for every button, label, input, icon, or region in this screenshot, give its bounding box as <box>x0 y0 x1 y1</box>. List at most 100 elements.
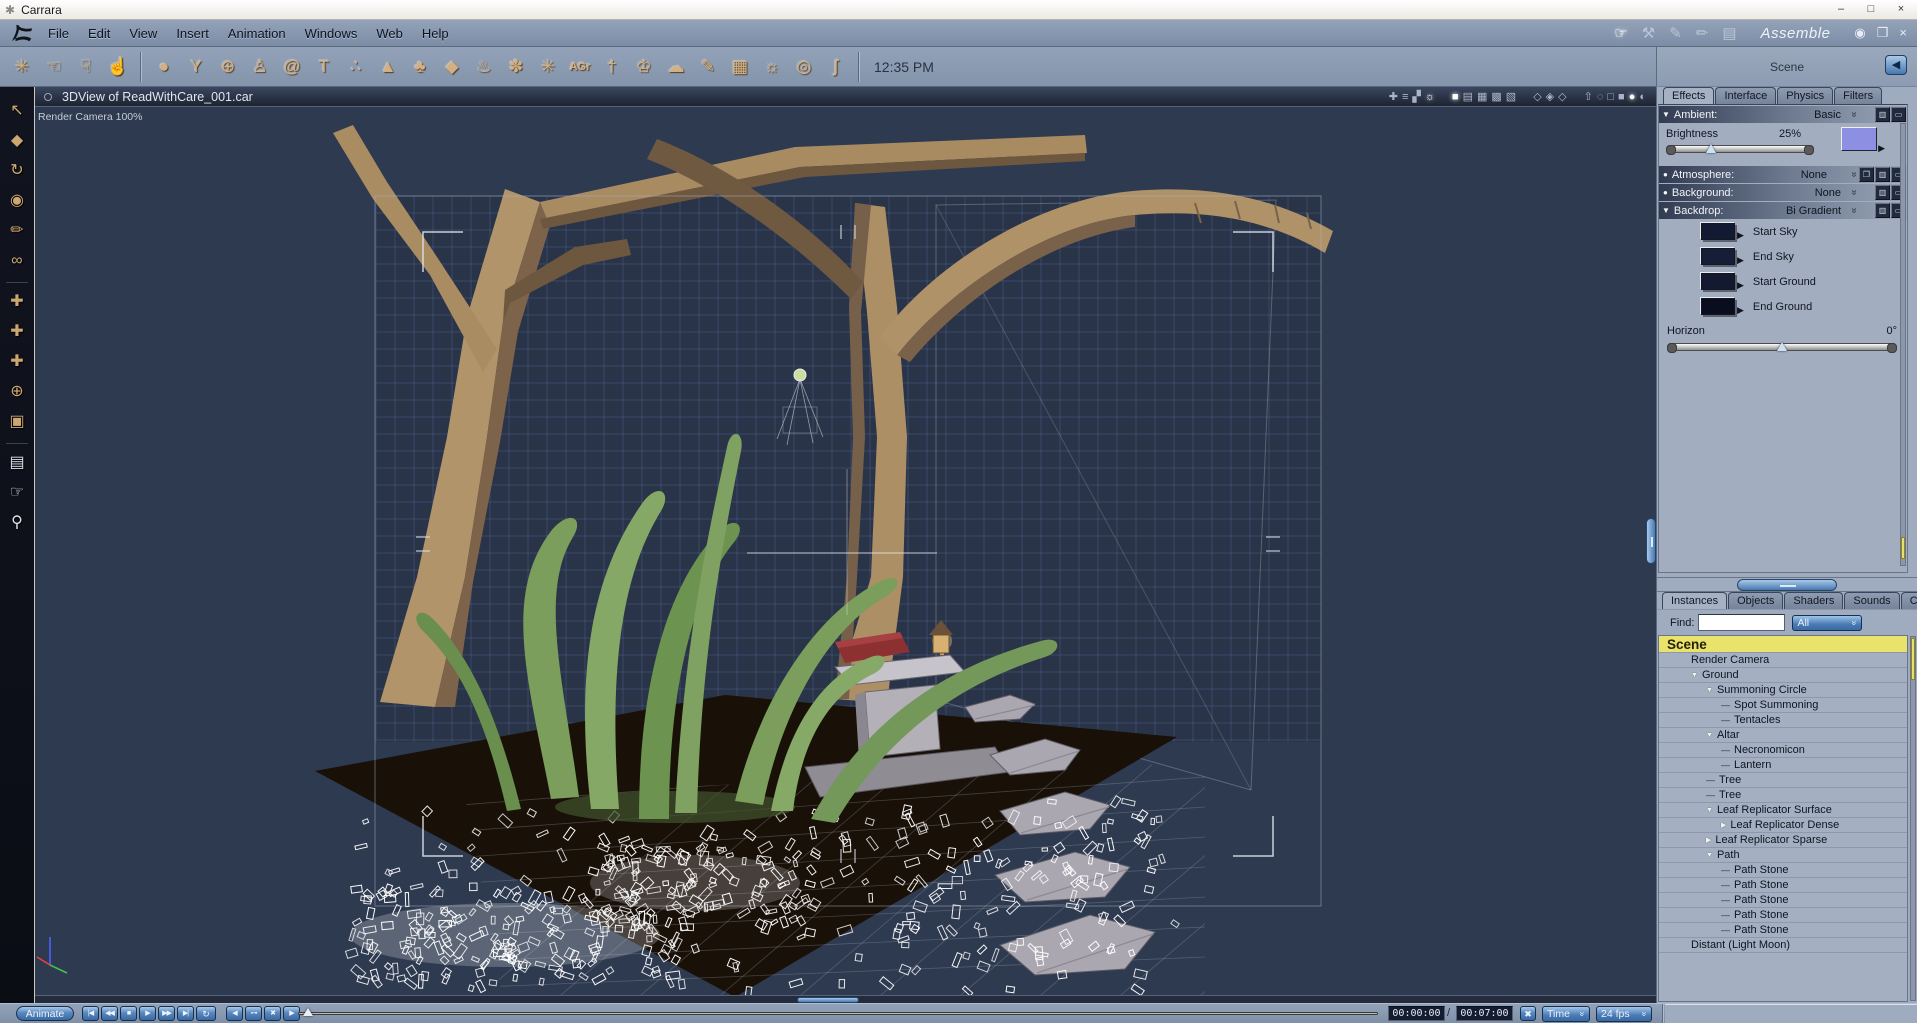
tree-row[interactable]: Tentacles <box>1659 713 1907 728</box>
effects-tab[interactable]: Effects <box>1663 87 1715 104</box>
save-preset-icon[interactable]: ▥ <box>1875 185 1890 200</box>
find-input[interactable] <box>1698 614 1786 631</box>
animation-room-icon[interactable]: ▤ <box>1722 24 1736 42</box>
render-preview-sphere-icon[interactable]: ☼ <box>1425 91 1435 103</box>
time-scrubber[interactable] <box>298 1008 1378 1016</box>
menu-item[interactable]: View <box>129 26 157 41</box>
link-tool-icon[interactable]: ∞ <box>4 247 30 277</box>
swatch-arrow-icon[interactable]: ▶ <box>1737 305 1744 316</box>
hierarchy-icon[interactable]: ≡ <box>1402 91 1408 103</box>
menu-item[interactable]: File <box>48 26 69 41</box>
color-swatch[interactable] <box>1701 273 1735 290</box>
grid-display-icon[interactable]: ◈ <box>1546 90 1554 103</box>
zoom-magnifier-icon[interactable]: ⚲ <box>4 509 30 539</box>
browser-tab[interactable]: Clips <box>1900 592 1917 609</box>
time-scrubber-thumb[interactable] <box>303 1008 313 1016</box>
load-preset-icon[interactable]: ▭ <box>1891 107 1906 122</box>
tree-row[interactable]: Tree <box>1659 773 1907 788</box>
insert-fire-icon[interactable]: ♨ <box>468 57 500 77</box>
insert-light-icon[interactable]: ☼ <box>756 57 788 77</box>
menu-item[interactable]: Windows <box>305 26 358 41</box>
browser-tab[interactable]: Sounds <box>1844 592 1900 609</box>
effects-tab[interactable]: Physics <box>1777 87 1834 104</box>
ambient-section-header[interactable]: ▼ Ambient: Basic » ▥ ▭ <box>1659 106 1907 123</box>
translate-xz-tool-icon[interactable]: ✚ <box>4 318 30 348</box>
3d-viewport-canvas[interactable]: Render Camera 100% <box>35 107 1657 995</box>
move-tool-icon[interactable]: ◆ <box>4 127 30 157</box>
insert-spline-object-icon[interactable]: ⊕ <box>212 57 244 77</box>
tree-row[interactable]: Lantern <box>1659 758 1907 773</box>
divider[interactable] <box>6 443 28 444</box>
save-preset-icon[interactable]: ▥ <box>1875 167 1890 182</box>
eye-icon[interactable]: ◉ <box>1854 25 1865 41</box>
eyedropper-tool-icon[interactable]: ✏ <box>4 217 30 247</box>
up-axis-icon[interactable]: ⇧ <box>1584 90 1593 103</box>
save-preset-icon[interactable]: ▥ <box>1875 203 1890 218</box>
insert-terrain-icon[interactable]: ▲ <box>372 57 404 77</box>
insert-hair-icon[interactable]: ✳ <box>532 57 564 77</box>
tree-row[interactable]: Scene <box>1659 636 1907 653</box>
chevron-down-icon[interactable]: » <box>1849 208 1860 214</box>
layout-custom-pane-icon[interactable]: ▧ <box>1506 90 1516 103</box>
menu-item[interactable]: Animation <box>228 26 286 41</box>
texture-room-icon[interactable]: ✎ <box>1669 24 1682 42</box>
tree-row[interactable]: Render Camera <box>1659 653 1907 668</box>
browser-tab[interactable]: Shaders <box>1784 592 1844 609</box>
tree-row[interactable]: Path Stone <box>1659 863 1907 878</box>
swatch-arrow-icon[interactable]: ▶ <box>1878 143 1885 154</box>
tree-row[interactable]: Leaf Replicator Sparse <box>1659 833 1907 848</box>
universal-manipulator-icon[interactable]: ✳ <box>6 57 38 77</box>
browser-tab[interactable]: Instances <box>1662 592 1728 609</box>
effects-scrollbar[interactable] <box>1900 123 1906 566</box>
tree-row[interactable]: Ground <box>1659 668 1907 683</box>
fast-forward-button[interactable]: ▶▶ <box>158 1006 175 1021</box>
insert-text-icon[interactable]: T <box>308 57 340 77</box>
menu-item[interactable]: Web <box>376 26 403 41</box>
go-end-button[interactable]: ▶| <box>177 1006 194 1021</box>
menu-item[interactable]: Help <box>422 26 449 41</box>
minimize-button[interactable]: – <box>1827 2 1855 18</box>
panel-collapse-handle[interactable] <box>1646 518 1656 564</box>
close-icon[interactable]: × <box>1899 25 1907 41</box>
smooth-shaded-icon[interactable]: ● <box>1629 91 1636 103</box>
chevron-down-icon[interactable]: » <box>1849 190 1860 196</box>
camera-group-icon[interactable]: ▞ <box>1412 90 1420 103</box>
viewport-hscrollbar[interactable] <box>35 995 1656 1003</box>
insert-nail-icon[interactable]: † <box>596 57 628 77</box>
backdrop-display-icon[interactable]: ◇ <box>1558 90 1566 103</box>
layout-four-pane-icon[interactable]: ▩ <box>1491 90 1501 103</box>
tree-row[interactable]: Path Stone <box>1659 908 1907 923</box>
go-start-button[interactable]: |◀ <box>82 1006 99 1021</box>
atmosphere-section-header[interactable]: ● Atmosphere: None » ❒ ▥ ▭ <box>1659 166 1907 183</box>
axis-display-icon[interactable]: ◇ <box>1533 90 1541 103</box>
layout-three-pane-icon[interactable]: ▦ <box>1477 90 1487 103</box>
tree-row[interactable]: Spot Summoning <box>1659 698 1907 713</box>
tree-row[interactable]: Necronomicon <box>1659 743 1907 758</box>
stop-button[interactable]: ■ <box>120 1006 137 1021</box>
pan-hand-tool-icon[interactable]: ☜ <box>38 57 70 77</box>
scrollbar-thumb[interactable] <box>1901 537 1905 559</box>
delete-keyframe-button[interactable]: ✖ <box>264 1006 281 1021</box>
pan-view-hand-icon[interactable]: ☞ <box>4 479 30 509</box>
insert-rock-icon[interactable]: ◆ <box>436 57 468 77</box>
tree-row[interactable]: Path Stone <box>1659 878 1907 893</box>
horizon-slider[interactable] <box>1667 342 1897 353</box>
panel-splitter[interactable] <box>1657 577 1917 592</box>
insert-sphere-icon[interactable]: ● <box>148 57 180 77</box>
prev-keyframe-button[interactable]: ◀ <box>226 1006 243 1021</box>
translate-xy-tool-icon[interactable]: ✚ <box>4 288 30 318</box>
insert-crown-icon[interactable]: ♔ <box>628 57 660 77</box>
shader-cubes-icon[interactable]: ❒ <box>1859 167 1874 182</box>
maximize-button[interactable]: □ <box>1857 2 1885 18</box>
backdrop-section-header[interactable]: ▼ Backdrop: Bi Gradient » ▥ ▭ <box>1659 202 1907 219</box>
tree-row[interactable]: Leaf Replicator Dense <box>1659 818 1907 833</box>
tree-row[interactable]: Tree <box>1659 788 1907 803</box>
time-mode-dropdown[interactable]: Time » <box>1542 1006 1590 1022</box>
find-filter-dropdown[interactable]: All » <box>1792 614 1863 631</box>
tree-row[interactable]: Distant (Light Moon) <box>1659 938 1907 953</box>
window-icon[interactable]: ❐ <box>1877 25 1889 41</box>
translate-yz-tool-icon[interactable]: ✚ <box>4 348 30 378</box>
insert-target-icon[interactable]: ◎ <box>788 57 820 77</box>
tree-scrollbar[interactable] <box>1910 636 1916 1001</box>
layout-two-pane-icon[interactable]: ▤ <box>1463 90 1473 103</box>
